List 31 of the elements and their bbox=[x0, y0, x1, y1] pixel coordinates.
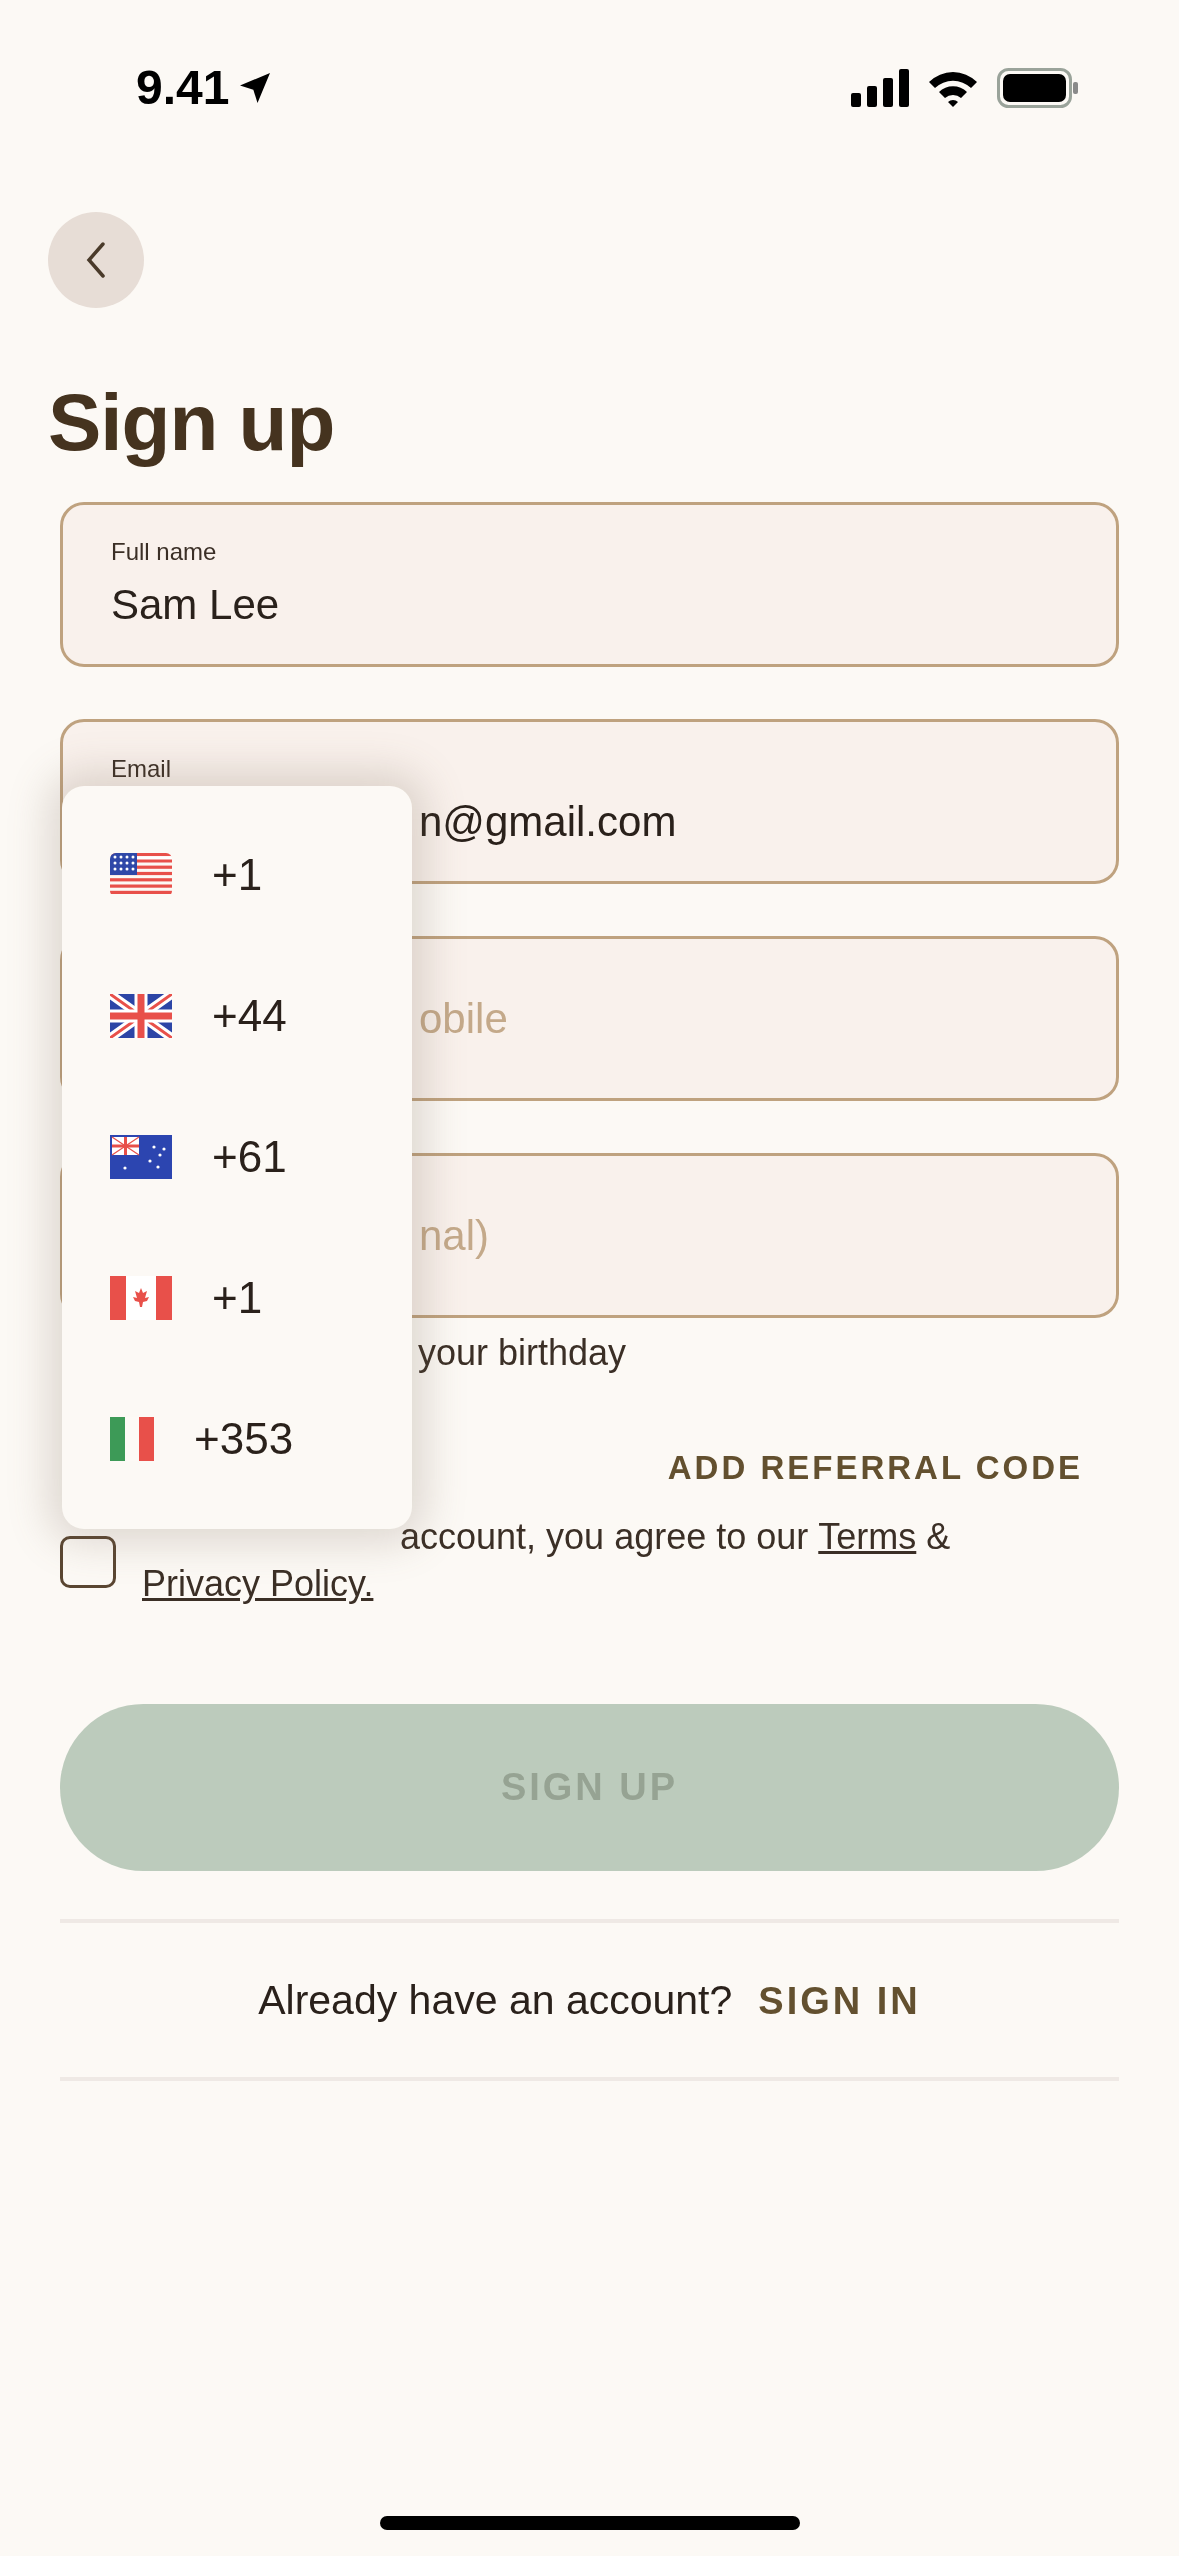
field-placeholder: obile bbox=[419, 993, 508, 1044]
sign-in-prompt: Already have an account? bbox=[258, 1976, 733, 2026]
flag-icon bbox=[110, 1275, 172, 1320]
flag-icon bbox=[110, 993, 172, 1038]
terms-text: account, you agree to our bbox=[400, 1515, 809, 1559]
page-title: Sign up bbox=[48, 377, 336, 469]
country-code: +44 bbox=[212, 989, 287, 1042]
privacy-policy-link[interactable]: Privacy Policy. bbox=[142, 1560, 374, 1607]
flag-icon bbox=[110, 1416, 154, 1461]
flag-icon bbox=[110, 1134, 172, 1179]
terms-link[interactable]: Terms bbox=[818, 1513, 917, 1560]
field-label: Email bbox=[111, 753, 172, 784]
wifi-icon bbox=[927, 69, 979, 107]
battery-icon bbox=[997, 68, 1079, 108]
add-referral-code-link[interactable]: ADD REFERRAL CODE bbox=[667, 1448, 1083, 1488]
sign-in-link[interactable]: SIGN IN bbox=[758, 1972, 921, 2030]
back-icon bbox=[84, 240, 108, 280]
country-code-option[interactable]: +353 bbox=[62, 1368, 412, 1509]
field-label: Full name bbox=[111, 536, 218, 567]
country-code-option[interactable]: +44 bbox=[62, 945, 412, 1086]
field-value: n@gmail.com bbox=[419, 796, 677, 847]
country-code: +353 bbox=[194, 1412, 294, 1465]
signal-icon bbox=[851, 69, 909, 107]
flag-icon bbox=[110, 852, 172, 897]
ampersand-text: & bbox=[926, 1515, 951, 1559]
field-placeholder: nal) bbox=[419, 1210, 490, 1261]
field-value: Sam Lee bbox=[111, 579, 280, 630]
input-field[interactable]: Full name Sam Lee bbox=[60, 502, 1119, 667]
helper-text: your birthday bbox=[418, 1331, 628, 1375]
status-time: 9.41 bbox=[136, 64, 230, 112]
terms-checkbox[interactable] bbox=[60, 1536, 116, 1588]
